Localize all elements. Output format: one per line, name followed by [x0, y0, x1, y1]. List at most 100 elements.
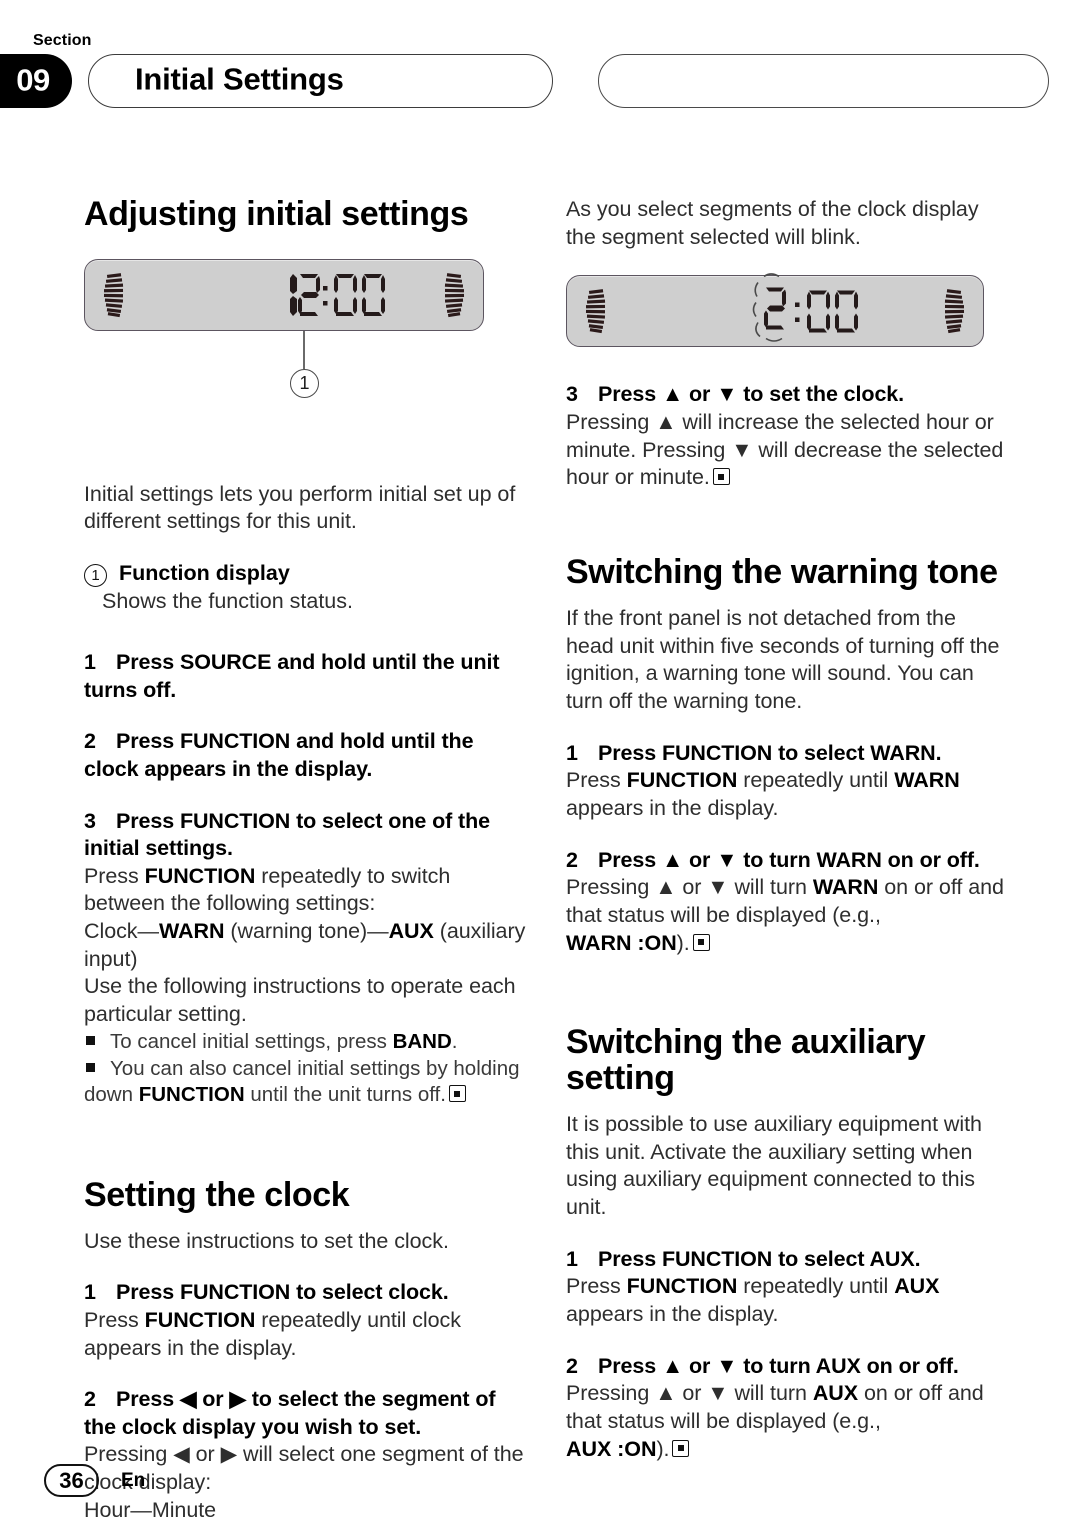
- heading-adjusting-initial-settings: Adjusting initial settings: [84, 195, 469, 233]
- section-number-tab: 09: [0, 54, 72, 108]
- text-fragment: or: [189, 1442, 221, 1467]
- clock-step-2: 2 Press ◀ or ▶ to select the segment of t…: [84, 1386, 526, 1441]
- step-text: Press FUNCTION to select AUX.: [598, 1246, 921, 1271]
- step-number: 2: [566, 1353, 578, 1378]
- sound-wave-arc-icon: [944, 289, 965, 334]
- text-fragment: ).: [656, 1436, 670, 1461]
- sound-wave-arc-icon: [444, 272, 465, 317]
- right-column: As you select segments of the clock disp…: [566, 196, 1008, 1464]
- note-cancel-function-hold: You can also cancel initial settings by …: [84, 1056, 526, 1109]
- text-fragment: appears in the display.: [566, 1302, 779, 1327]
- callout-label: Function display: [119, 561, 290, 586]
- aux-status-line: AUX :ON).: [566, 1436, 1008, 1464]
- step-number: 1: [84, 650, 96, 675]
- arrow-up-icon: ▲: [661, 847, 684, 872]
- step-number: 2: [84, 1387, 96, 1412]
- step-number: 1: [566, 740, 578, 765]
- step-number: 1: [84, 1280, 96, 1305]
- key-warn: WARN: [894, 768, 960, 793]
- heading-switching-auxiliary-setting: Switching the auxiliary setting: [566, 1022, 926, 1098]
- status-value-aux-on: AUX :ON: [566, 1436, 657, 1461]
- text-fragment: Press: [598, 382, 662, 407]
- clock-intro: Use these instructions to set the clock.: [84, 1228, 449, 1253]
- step-text: Press FUNCTION to select one of the init…: [84, 808, 491, 861]
- arrow-left-icon: ◀: [179, 1387, 197, 1412]
- seven-segment-digits-1200: [290, 273, 385, 316]
- callout-description: Shows the function status.: [102, 588, 353, 613]
- aux-intro: It is possible to use auxiliary equipmen…: [566, 1111, 982, 1220]
- text-fragment: (warning tone)—: [224, 919, 389, 943]
- aux-step-2-body: Pressing ▲ or ▼ will turn AUX on or off …: [566, 1380, 1008, 1435]
- text-fragment: or: [196, 1387, 230, 1412]
- text-fragment: or: [676, 1381, 708, 1406]
- lcd-display-clock-1200: 1: [84, 258, 526, 398]
- heading-switching-warning-tone: Switching the warning tone: [566, 553, 998, 592]
- text-fragment: repeatedly until: [737, 768, 895, 793]
- key-function: FUNCTION: [138, 1083, 245, 1107]
- clock-step-3: 3 Press ▲ or ▼ to set the clock.: [566, 381, 1008, 409]
- section-title-pill: Initial Settings: [88, 54, 553, 108]
- step-3-body-line3: Use the following instructions to operat…: [84, 974, 516, 1027]
- clock-step-2-body-line2: Hour—Minute: [84, 1497, 217, 1522]
- text-fragment: or: [676, 875, 708, 900]
- text-fragment: or: [683, 847, 717, 872]
- key-band: BAND: [392, 1029, 452, 1053]
- arrow-right-icon: ▶: [220, 1442, 238, 1467]
- step-number: 3: [84, 808, 96, 833]
- blinking-digit-host: [752, 273, 793, 343]
- step-number: 3: [566, 382, 578, 407]
- sound-wave-arc-icon: [103, 272, 124, 317]
- page-header: Section 09 Initial Settings: [0, 32, 1050, 108]
- language-code: En: [121, 1469, 146, 1491]
- callout-marker-1: 1: [290, 368, 319, 398]
- step-text: Press SOURCE and hold until the unit tur…: [84, 650, 500, 702]
- step-number: 2: [566, 847, 578, 872]
- callout-function-display: 1 Function display: [84, 560, 526, 588]
- text-fragment: To cancel initial settings, press: [110, 1029, 393, 1053]
- end-of-section-marker-icon: [672, 1439, 690, 1457]
- text-fragment: Press: [116, 1387, 180, 1412]
- clock-step-1: 1 Press FUNCTION to select clock.: [84, 1279, 526, 1307]
- step-text: to turn AUX on or off.: [737, 1353, 959, 1378]
- text-fragment: Pressing: [84, 1442, 174, 1467]
- text-fragment: Press: [566, 768, 627, 793]
- step-text: to turn WARN on or off.: [737, 847, 980, 872]
- key-aux: AUX: [812, 1381, 859, 1406]
- section-number: 09: [16, 62, 50, 98]
- warn-step-1-body: Press FUNCTION repeatedly until WARN app…: [566, 767, 1008, 822]
- callout-leader-line: [303, 330, 305, 369]
- seven-segment-digits-00: [795, 290, 858, 333]
- key-function: FUNCTION: [144, 1307, 256, 1332]
- arrow-left-icon: ◀: [173, 1442, 190, 1467]
- key-warn: WARN: [812, 875, 879, 900]
- clock-step-2-body: Pressing ◀ or ▶ will select one segment …: [84, 1441, 526, 1496]
- text-fragment: Press: [84, 1307, 145, 1332]
- end-of-section-marker-icon: [692, 933, 710, 951]
- step-1-source-hold: 1 Press SOURCE and hold until the unit tu…: [84, 649, 526, 704]
- text-fragment: Press: [566, 1274, 627, 1299]
- aux-step-1-body: Press FUNCTION repeatedly until AUX appe…: [566, 1273, 1008, 1328]
- page-footer: 36 En: [44, 1464, 145, 1497]
- bullet-square-icon: [86, 1062, 95, 1072]
- end-of-section-marker-icon: [448, 1085, 466, 1103]
- text-fragment: will turn: [728, 1381, 813, 1406]
- lcd-digits: [752, 273, 882, 343]
- arrow-down-icon: ▼: [707, 1381, 729, 1406]
- text-fragment: Pressing: [566, 875, 656, 900]
- warn-status-line: WARN :ON).: [566, 930, 1008, 958]
- note-cancel-band: To cancel initial settings, press BAND.: [84, 1029, 526, 1056]
- step-number: 2: [84, 729, 96, 754]
- lcd-panel: [84, 258, 484, 331]
- text-fragment: repeatedly until: [737, 1274, 895, 1299]
- lcd-display-clock-200-blinking: [566, 273, 1008, 348]
- warn-step-1: 1 Press FUNCTION to select WARN.: [566, 740, 1008, 768]
- clock-step-3-body: Pressing ▲ will increase the selected ho…: [566, 409, 1008, 492]
- key-aux: AUX: [894, 1274, 940, 1299]
- header-pill-empty: [598, 54, 1049, 108]
- end-of-section-marker-icon: [712, 468, 730, 486]
- page-number: 36: [44, 1464, 99, 1497]
- left-column: Adjusting initial settings 1 Initial set…: [84, 196, 526, 1525]
- section-label: Section: [33, 32, 92, 49]
- step-text: Press FUNCTION to select WARN.: [598, 740, 942, 765]
- seven-segment-digit-2: [764, 287, 786, 330]
